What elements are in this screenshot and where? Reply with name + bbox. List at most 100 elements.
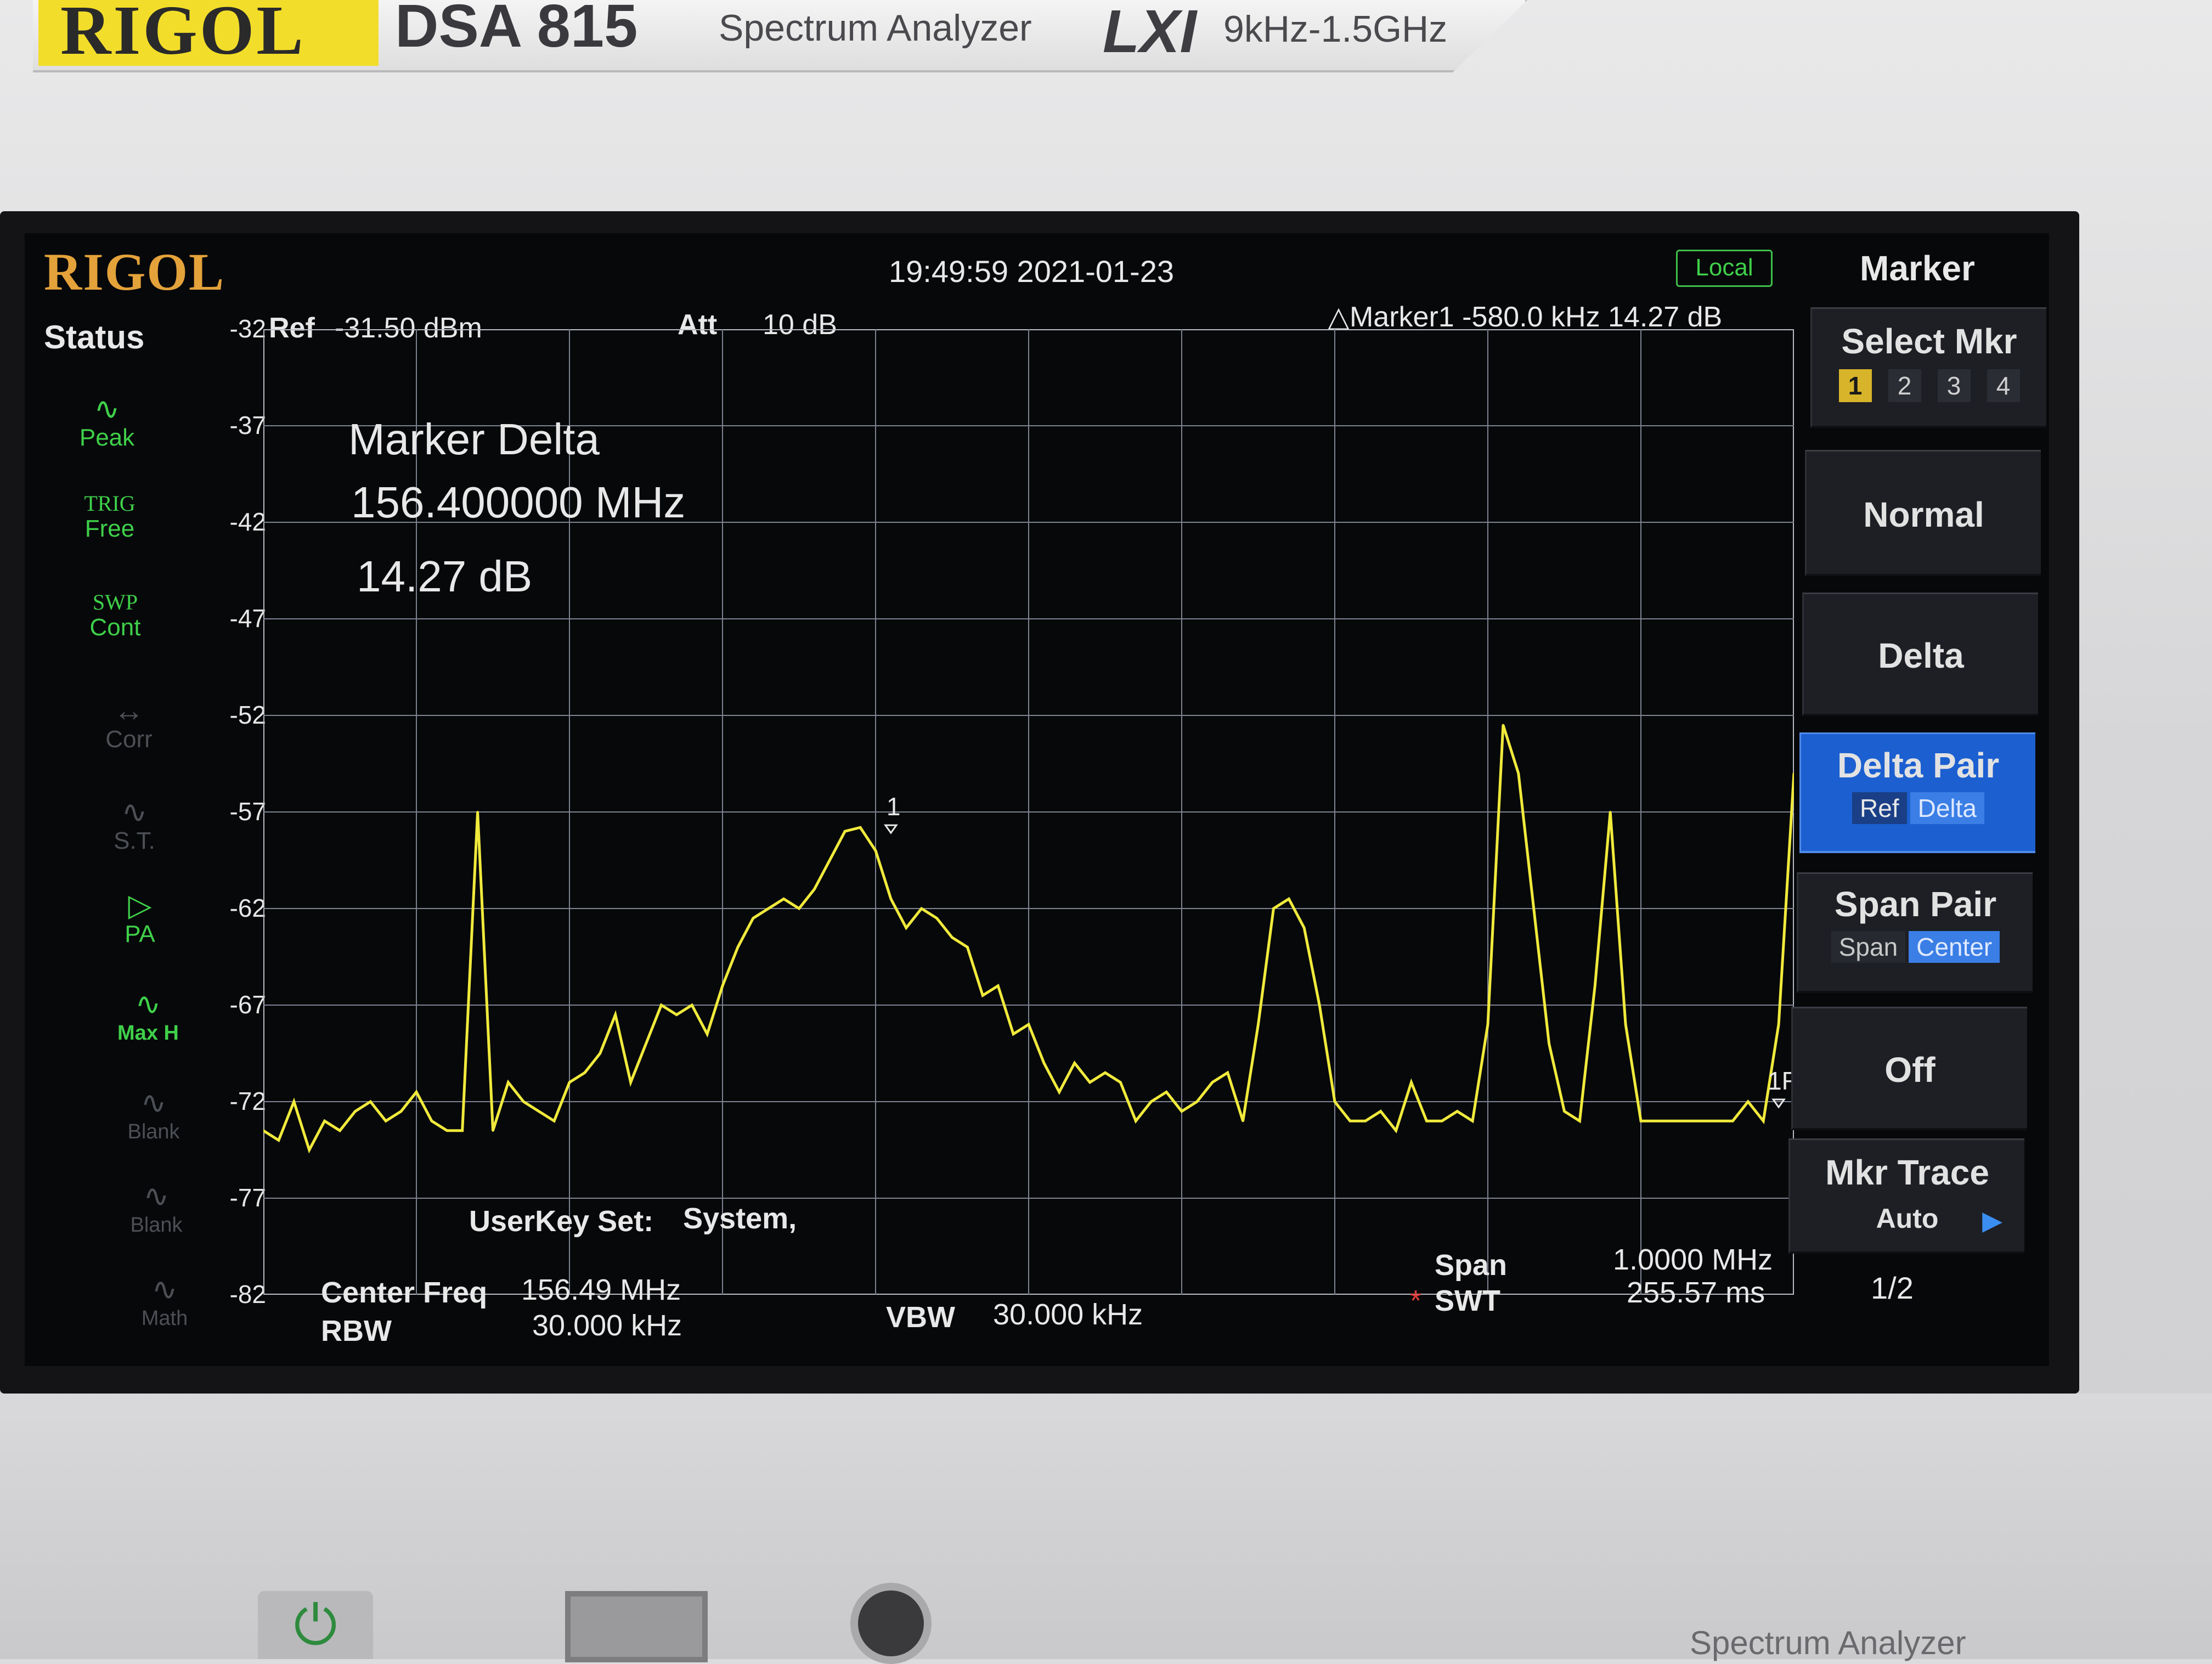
off-softkey[interactable]: Off: [1791, 1007, 2027, 1130]
trace-point: [1778, 1023, 1780, 1026]
status-pa-label: PA: [125, 921, 155, 947]
y-tick-label: -32: [229, 314, 266, 343]
status-trigger: TRIG Free: [63, 491, 156, 541]
status-peak-label: Peak: [79, 424, 135, 451]
trace-point: [1532, 907, 1535, 910]
trace-point: [1487, 1023, 1489, 1026]
trace-point: [1150, 1101, 1153, 1103]
span-label: Span: [1435, 1249, 1508, 1282]
trace-point: [1563, 1110, 1566, 1113]
marker-3-option[interactable]: 3: [1937, 369, 1971, 402]
lxi-logo: LXI: [1103, 0, 1197, 65]
trace-point: [445, 1129, 448, 1132]
y-tick-label: -47: [229, 604, 266, 633]
marker-4-option[interactable]: 4: [1987, 369, 2020, 402]
trace-point: [1441, 1120, 1443, 1123]
span-pair-span-option[interactable]: Span: [1831, 931, 1906, 963]
trace-point: [1195, 1101, 1198, 1103]
vbw-label: VBW: [886, 1301, 955, 1334]
trace-point: [1747, 1101, 1750, 1103]
trace-point: [1685, 1120, 1688, 1123]
trace-point: [1257, 1023, 1260, 1026]
local-badge: Local: [1676, 250, 1773, 287]
status-swp-value: Cont: [89, 614, 141, 641]
span-value: 1.0000 MHz: [1613, 1243, 1773, 1276]
trace-point: [461, 1129, 464, 1132]
trace-point: [354, 1110, 357, 1113]
trace-point: [1578, 1120, 1581, 1123]
y-tick-label: -82: [229, 1280, 266, 1308]
product-name: Spectrum Analyzer: [719, 7, 1032, 49]
trace-point: [1303, 927, 1306, 929]
select-marker-softkey[interactable]: Select Mkr 1 2 3 4: [1810, 307, 2046, 428]
delta-softkey[interactable]: Delta: [1802, 593, 2038, 716]
marker-label: 1: [887, 792, 901, 821]
trace-point: [1012, 1033, 1015, 1035]
trace-point: [583, 1071, 586, 1074]
marker-1-option[interactable]: 1: [1838, 369, 1872, 402]
trace-point: [1088, 1081, 1091, 1084]
trace-point: [920, 907, 923, 910]
trace-point: [966, 946, 969, 949]
userkey-value: System,: [683, 1202, 797, 1235]
trace-point: [981, 994, 984, 997]
trace-point: [1425, 1120, 1428, 1123]
trace-point: [889, 898, 892, 900]
trace-point: [1104, 1071, 1107, 1074]
delta-pair-ref-option[interactable]: Ref: [1852, 792, 1907, 824]
trace-point: [492, 1129, 494, 1132]
frequency-range: 9kHz-1.5GHz: [1223, 8, 1448, 50]
vbw-value: 30.000 kHz: [993, 1298, 1143, 1331]
brand-logo: RIGOL: [60, 0, 306, 69]
y-tick-label: -72: [229, 1087, 266, 1115]
trace-point: [369, 1101, 372, 1103]
trace-point: [1701, 1120, 1703, 1123]
swt-warning-icon: *: [1410, 1284, 1422, 1317]
power-button[interactable]: ⏻: [258, 1591, 373, 1659]
normal-softkey[interactable]: Normal: [1805, 450, 2041, 576]
trace-point: [1226, 1071, 1229, 1074]
trace-point: [752, 917, 754, 920]
y-tick-label: -77: [229, 1183, 266, 1212]
trace-point: [1716, 1120, 1719, 1123]
status-st-label: S.T.: [114, 827, 155, 854]
select-marker-label: Select Mkr: [1841, 321, 2017, 361]
power-icon: ⏻: [294, 1594, 337, 1656]
peak-wave-icon: ∿: [94, 391, 120, 426]
trace-point: [844, 830, 847, 833]
trace-point: [828, 859, 831, 861]
status-corr-label: Corr: [105, 726, 153, 753]
trace-point: [400, 1110, 403, 1113]
marker-symbol: [1771, 1098, 1786, 1109]
trace-point: [1119, 1081, 1122, 1084]
delta-pair-delta-option[interactable]: Delta: [1910, 792, 1984, 824]
trace-point: [1272, 907, 1275, 910]
trace-point: [736, 946, 739, 949]
trace-point: [1624, 1023, 1627, 1026]
usb-port: [565, 1591, 708, 1662]
status-pa: ▷ PA: [93, 889, 187, 947]
trace-point: [813, 888, 816, 890]
trace-point: [1135, 1120, 1137, 1123]
marker-trace-softkey[interactable]: Mkr Trace Auto ▶: [1788, 1138, 2024, 1254]
trace-point: [430, 1120, 433, 1123]
marker-2-option[interactable]: 2: [1888, 369, 1921, 402]
trace-point: [1165, 1091, 1168, 1093]
off-label: Off: [1884, 1050, 1936, 1090]
trace-point: [522, 1101, 525, 1103]
trace-point: [1456, 1110, 1459, 1113]
trace-point: [951, 936, 953, 939]
span-pair-center-option[interactable]: Center: [1909, 931, 2000, 963]
rbw-label: RBW: [321, 1315, 392, 1347]
screen-logo: RIGOL: [44, 242, 225, 301]
status-trig-title: TRIG: [84, 491, 136, 516]
trace-point: [660, 1004, 663, 1006]
delta-pair-softkey[interactable]: Delta Pair Ref Delta: [1799, 732, 2035, 853]
trace-point: [599, 1052, 601, 1054]
rbw-value: 30.000 kHz: [532, 1309, 682, 1342]
trace-point: [1334, 1101, 1336, 1103]
status-blank-1-label: Blank: [127, 1120, 180, 1143]
trace-point: [1594, 984, 1596, 987]
trace-point: [1670, 1120, 1673, 1123]
span-pair-softkey[interactable]: Span Pair Span Center: [1797, 872, 2033, 993]
